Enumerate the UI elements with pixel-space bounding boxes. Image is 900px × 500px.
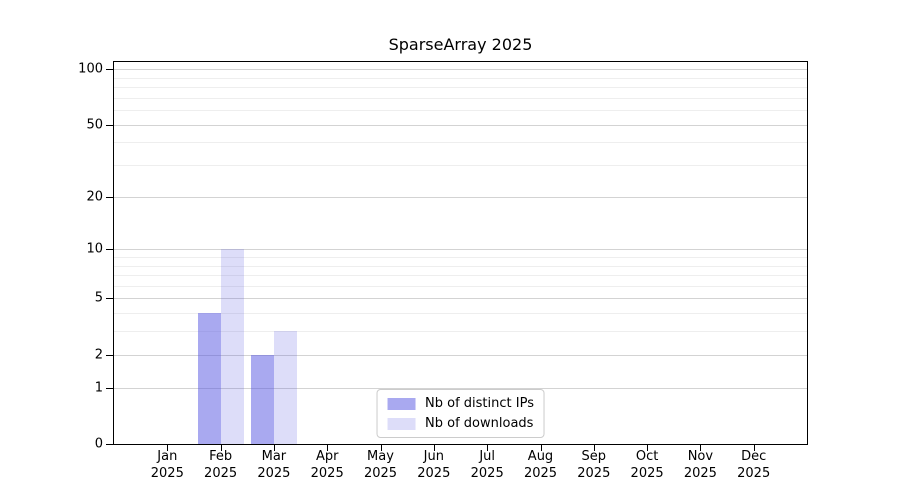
x-tick-label: Oct2025 bbox=[631, 448, 664, 482]
minor-gridline bbox=[114, 78, 807, 79]
x-tick-year: 2025 bbox=[311, 465, 344, 482]
minor-gridline bbox=[114, 142, 807, 143]
x-tick-month: Aug bbox=[524, 448, 557, 465]
x-tick-year: 2025 bbox=[257, 465, 290, 482]
x-tick-year: 2025 bbox=[364, 465, 397, 482]
chart-title: SparseArray 2025 bbox=[113, 35, 808, 54]
x-tick-year: 2025 bbox=[737, 465, 770, 482]
bar-mar-s1 bbox=[274, 331, 297, 444]
x-tick-year: 2025 bbox=[577, 465, 610, 482]
y-tick-label: 100 bbox=[0, 62, 103, 77]
bar-feb-s1 bbox=[221, 249, 244, 444]
minor-gridline bbox=[114, 165, 807, 166]
y-tick-mark bbox=[106, 125, 113, 126]
legend-label: Nb of distinct IPs bbox=[425, 396, 534, 411]
y-tick-label: 0 bbox=[0, 437, 103, 452]
x-tick-label: Apr2025 bbox=[311, 448, 344, 482]
y-tick-mark bbox=[106, 355, 113, 356]
legend-swatch bbox=[387, 398, 415, 410]
legend-swatch bbox=[387, 418, 415, 430]
minor-gridline bbox=[114, 87, 807, 88]
bar-feb-s0 bbox=[198, 313, 221, 444]
major-gridline bbox=[114, 125, 807, 126]
x-tick-year: 2025 bbox=[417, 465, 450, 482]
x-tick-month: Oct bbox=[631, 448, 664, 465]
x-tick-label: Sep2025 bbox=[577, 448, 610, 482]
y-tick-mark bbox=[106, 69, 113, 70]
x-tick-label: Jan2025 bbox=[151, 448, 184, 482]
y-tick-mark bbox=[106, 298, 113, 299]
x-tick-month: Mar bbox=[257, 448, 290, 465]
x-tick-year: 2025 bbox=[471, 465, 504, 482]
bar-mar-s0 bbox=[251, 355, 274, 444]
y-tick-label: 1 bbox=[0, 380, 103, 395]
x-tick-month: May bbox=[364, 448, 397, 465]
y-tick-mark bbox=[106, 444, 113, 445]
x-tick-label: Jun2025 bbox=[417, 448, 450, 482]
x-tick-label: Dec2025 bbox=[737, 448, 770, 482]
legend: Nb of distinct IPs Nb of downloads bbox=[376, 389, 545, 438]
x-tick-month: Apr bbox=[311, 448, 344, 465]
x-tick-month: Dec bbox=[737, 448, 770, 465]
legend-label: Nb of downloads bbox=[425, 416, 533, 431]
x-tick-month: Nov bbox=[684, 448, 717, 465]
y-tick-mark bbox=[106, 197, 113, 198]
legend-entry: Nb of distinct IPs bbox=[387, 396, 534, 411]
minor-gridline bbox=[114, 257, 807, 258]
chart-figure: SparseArray 2025 Nb of distinct IPsNb of… bbox=[0, 0, 900, 500]
x-tick-year: 2025 bbox=[684, 465, 717, 482]
y-tick-label: 50 bbox=[0, 117, 103, 132]
x-tick-month: Jun bbox=[417, 448, 450, 465]
x-tick-month: Feb bbox=[204, 448, 237, 465]
x-tick-label: Aug2025 bbox=[524, 448, 557, 482]
x-tick-label: Feb2025 bbox=[204, 448, 237, 482]
minor-gridline bbox=[114, 275, 807, 276]
x-tick-label: Mar2025 bbox=[257, 448, 290, 482]
minor-gridline bbox=[114, 266, 807, 267]
y-tick-label: 10 bbox=[0, 242, 103, 257]
x-tick-month: Jan bbox=[151, 448, 184, 465]
y-tick-mark bbox=[106, 249, 113, 250]
y-tick-mark bbox=[106, 388, 113, 389]
legend-entry: Nb of downloads bbox=[387, 416, 534, 431]
x-tick-year: 2025 bbox=[524, 465, 557, 482]
x-tick-month: Jul bbox=[471, 448, 504, 465]
y-tick-label: 5 bbox=[0, 291, 103, 306]
minor-gridline bbox=[114, 98, 807, 99]
y-tick-label: 20 bbox=[0, 189, 103, 204]
x-tick-label: Nov2025 bbox=[684, 448, 717, 482]
major-gridline bbox=[114, 249, 807, 250]
x-tick-label: May2025 bbox=[364, 448, 397, 482]
y-tick-label: 2 bbox=[0, 347, 103, 362]
major-gridline bbox=[114, 69, 807, 70]
major-gridline bbox=[114, 197, 807, 198]
x-tick-month: Sep bbox=[577, 448, 610, 465]
minor-gridline bbox=[114, 286, 807, 287]
x-tick-label: Jul2025 bbox=[471, 448, 504, 482]
x-tick-year: 2025 bbox=[631, 465, 664, 482]
x-tick-year: 2025 bbox=[204, 465, 237, 482]
plot-area: Nb of distinct IPs Nb of downloads bbox=[113, 61, 808, 445]
minor-gridline bbox=[114, 110, 807, 111]
major-gridline bbox=[114, 298, 807, 299]
x-tick-year: 2025 bbox=[151, 465, 184, 482]
